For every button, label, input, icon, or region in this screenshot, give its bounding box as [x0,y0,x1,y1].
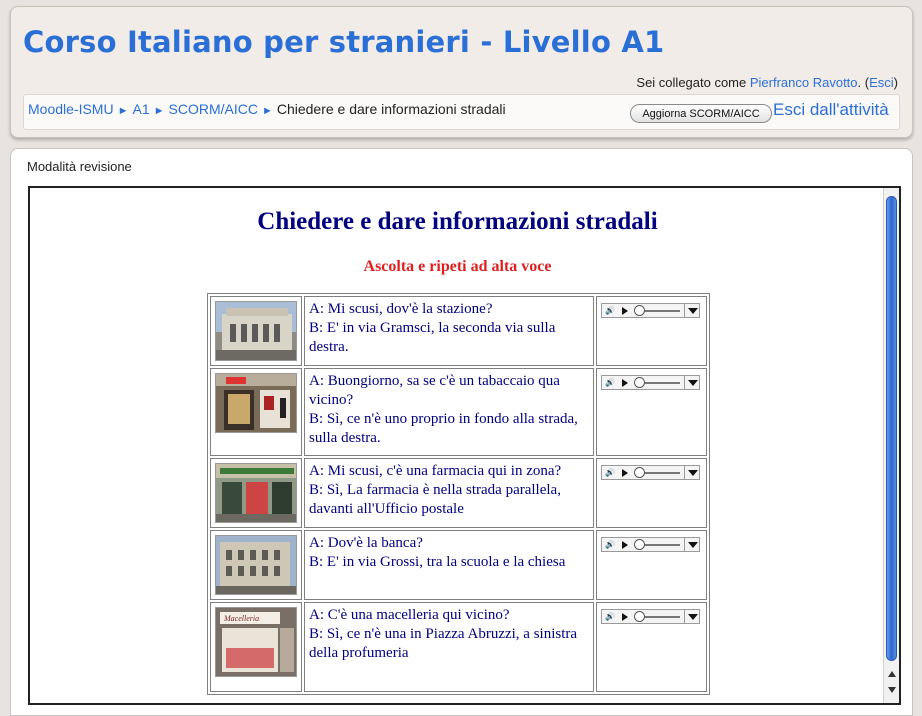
login-suffix: ) [893,75,898,90]
player-cell: 🔊 [596,530,707,600]
player-menu-button[interactable] [684,376,700,389]
dialogue-question: A: Mi scusi, c'è una farmacia qui in zon… [309,463,562,479]
breadcrumb-course[interactable]: A1 [132,101,149,117]
login-mid: . ( [857,75,870,90]
play-icon[interactable] [622,469,629,477]
chevron-down-icon [688,308,699,314]
image-cell [210,368,302,456]
play-icon[interactable] [622,307,629,315]
dialogue-question: A: Dov'è la banca? [309,535,423,551]
player-menu-button[interactable] [684,466,700,479]
player-cell: 🔊 [596,296,707,366]
table-row: A: Buongiorno, sa se c'è un tabaccaio qu… [210,368,707,456]
breadcrumb-separator: ► [153,105,165,117]
dialogue-cell: A: Dov'è la banca? B: E' in via Grossi, … [304,530,595,600]
update-scorm-button[interactable]: Aggiorna SCORM/AICC [630,104,772,123]
tobacconist-photo [215,373,297,433]
table-row: Macelleria A: C'è una macelleria qui vic… [210,602,707,692]
dialogue-answer: B: E' in via Grossi, tra la scuola e la … [309,554,566,570]
seek-handle[interactable] [634,539,646,550]
image-cell [210,530,302,600]
table-row: A: Mi scusi, dov'è la stazione? B: E' in… [210,296,707,366]
dialogue-cell: A: Mi scusi, c'è una farmacia qui in zon… [304,458,595,528]
lesson-title: Chiedere e dare informazioni stradali [257,208,658,235]
audio-player[interactable]: 🔊 [601,537,701,552]
lesson-subtitle: Ascolta e ripeti ad alta voce [363,258,552,275]
login-prefix: Sei collegato come [636,75,750,90]
logout-link[interactable]: Esci [869,75,894,90]
chevron-down-icon [688,470,699,476]
player-cell: 🔊 [596,458,707,528]
play-icon[interactable] [622,541,629,549]
breadcrumb-separator: ► [117,105,129,117]
image-cell [210,458,302,528]
dialogue-answer: B: E' in via Gramsci, la seconda via sul… [309,320,556,355]
page-header: Corso Italiano per stranieri - Livello A… [10,6,913,138]
play-icon[interactable] [622,613,629,621]
scroll-down-icon[interactable] [888,687,896,693]
seek-handle[interactable] [634,377,646,388]
breadcrumb-current: Chiedere e dare informazioni stradali [276,101,506,117]
navbar: Moodle-ISMU ► A1 ► SCORM/AICC ► Chiedere e dar… [23,94,900,130]
bank-photo [215,535,297,595]
dialogue-answer: B: Sì, ce n'è uno proprio in fondo alla … [309,411,578,446]
dialogue-table: A: Mi scusi, dov'è la stazione? B: E' in… [207,293,710,695]
breadcrumb-scorm[interactable]: SCORM/AICC [169,101,258,117]
table-row: A: Mi scusi, c'è una farmacia qui in zon… [210,458,707,528]
audio-player[interactable]: 🔊 [601,375,701,390]
dialogue-answer: B: Sì, La farmacia è nella strada parall… [309,482,561,517]
exit-activity-link[interactable]: Esci dall'attività [773,100,889,120]
dialogue-question: A: Buongiorno, sa se c'è un tabaccaio qu… [309,373,560,408]
image-cell [210,296,302,366]
volume-icon[interactable]: 🔊 [605,468,615,478]
player-cell: 🔊 [596,368,707,456]
breadcrumb: Moodle-ISMU ► A1 ► SCORM/AICC ► Chiedere e dar… [28,101,506,117]
vertical-scrollbar[interactable] [883,188,899,703]
review-mode-label: Modalità revisione [27,159,132,174]
pharmacy-photo [215,463,297,523]
login-info: Sei collegato come Pierfranco Ravotto. (… [636,75,898,90]
volume-icon[interactable]: 🔊 [605,540,615,550]
user-profile-link[interactable]: Pierfranco Ravotto [750,75,858,90]
content-panel: Modalità revisione Chiedere e dare infor… [10,148,913,716]
scorm-frame: Chiedere e dare informazioni stradali As… [28,186,901,705]
butcher-photo: Macelleria [215,607,297,677]
dialogue-answer: B: Sì, ce n'è una in Piazza Abruzzi, a s… [309,626,578,661]
volume-icon[interactable]: 🔊 [605,612,615,622]
image-cell: Macelleria [210,602,302,692]
station-photo [215,301,297,361]
butcher-sign: Macelleria [223,614,259,623]
dialogue-cell: A: Mi scusi, dov'è la stazione? B: E' in… [304,296,595,366]
table-row: A: Dov'è la banca? B: E' in via Grossi, … [210,530,707,600]
chevron-down-icon [688,542,699,548]
audio-player[interactable]: 🔊 [601,609,701,624]
volume-icon[interactable]: 🔊 [605,378,615,388]
audio-player[interactable]: 🔊 [601,303,701,318]
audio-player[interactable]: 🔊 [601,465,701,480]
play-icon[interactable] [622,379,629,387]
breadcrumb-home[interactable]: Moodle-ISMU [28,101,114,117]
site-title: Corso Italiano per stranieri - Livello A… [23,25,665,59]
chevron-down-icon [688,380,699,386]
seek-handle[interactable] [634,467,646,478]
dialogue-cell: A: Buongiorno, sa se c'è un tabaccaio qu… [304,368,595,456]
scroll-up-icon[interactable] [888,671,896,677]
volume-icon[interactable]: 🔊 [605,306,615,316]
seek-handle[interactable] [634,305,646,316]
player-menu-button[interactable] [684,304,700,317]
breadcrumb-separator: ► [261,105,273,117]
player-cell: 🔊 [596,602,707,692]
dialogue-cell: A: C'è una macelleria qui vicino? B: Sì,… [304,602,595,692]
player-menu-button[interactable] [684,610,700,623]
player-menu-button[interactable] [684,538,700,551]
seek-handle[interactable] [634,611,646,622]
dialogue-question: A: C'è una macelleria qui vicino? [309,607,510,623]
scrollbar-thumb[interactable] [886,196,897,661]
chevron-down-icon [688,614,699,620]
dialogue-question: A: Mi scusi, dov'è la stazione? [309,301,493,317]
